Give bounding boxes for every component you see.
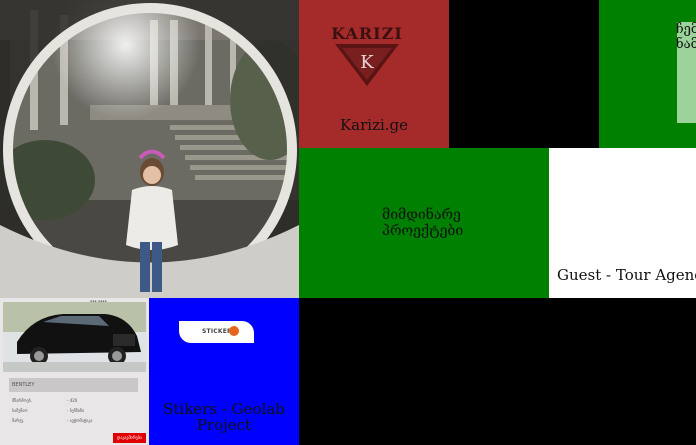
portfolio-photo-image: [0, 0, 299, 298]
portfolio-tile-karizi[interactable]: KARIZI K Karizi.ge: [299, 0, 449, 148]
portfolio-tile-my-works[interactable]: ჩემ ნამ: [599, 0, 696, 148]
karizi-logo-triangle-icon: K: [335, 44, 399, 86]
karizi-logo-word: KARIZI: [331, 24, 403, 43]
portfolio-tile-guest[interactable]: Guest - Tour Agency: [549, 148, 696, 298]
portfolio-tile-photo[interactable]: [0, 0, 299, 298]
car-spec-row: სამუშაო - ბენზინი: [12, 408, 132, 413]
stickers-caption: Stikers - Geolab Project: [163, 400, 285, 434]
karizi-logo-letter: K: [360, 52, 374, 73]
karizi-caption: Karizi.ge: [339, 116, 409, 134]
car-spec-row: მწარმოებ. - 420: [12, 398, 132, 403]
sticker-logo: STICKER: [179, 321, 254, 343]
portfolio-tile-car-ad[interactable]: ▮▮▮ ▮▮▮▮ BENTLEY მწარმოებ.- 420 სამუშაო-…: [0, 298, 149, 445]
portfolio-tile-empty-bottom[interactable]: [299, 298, 696, 445]
current-projects-caption: მიმდინარე პროექტები: [382, 207, 464, 239]
car-spec-value: - ბენზინი: [67, 408, 85, 413]
portfolio-tile-stickers[interactable]: STICKER Stikers - Geolab Project: [149, 298, 299, 445]
car-image: [3, 302, 146, 372]
car-spec-label: მწარმოებ.: [12, 398, 32, 403]
my-works-line1: ჩემ: [676, 22, 696, 37]
car-spec-row: მარჯვ. - ავტომატიკა: [12, 418, 132, 423]
portfolio-tile-empty[interactable]: [449, 0, 599, 148]
car-spec-value: - 420: [67, 398, 78, 403]
car-spec-label: მარჯვ.: [12, 418, 25, 423]
my-works-text: ჩემ ნამ: [676, 22, 696, 52]
my-works-line2: ნამ: [676, 37, 696, 52]
portfolio-tile-current-projects[interactable]: მიმდინარე პროექტები: [299, 148, 549, 298]
car-contact-button[interactable]: დაკავშირება: [113, 433, 146, 443]
car-spec-label: სამუშაო: [12, 408, 28, 413]
guest-caption: Guest - Tour Agency: [557, 266, 696, 284]
sticker-logo-text: STICKER: [202, 328, 232, 335]
car-spec-value: - ავტომატიკა: [67, 418, 93, 423]
sticker-logo-icon: [229, 326, 239, 336]
car-brand-bar: BENTLEY: [9, 378, 138, 392]
